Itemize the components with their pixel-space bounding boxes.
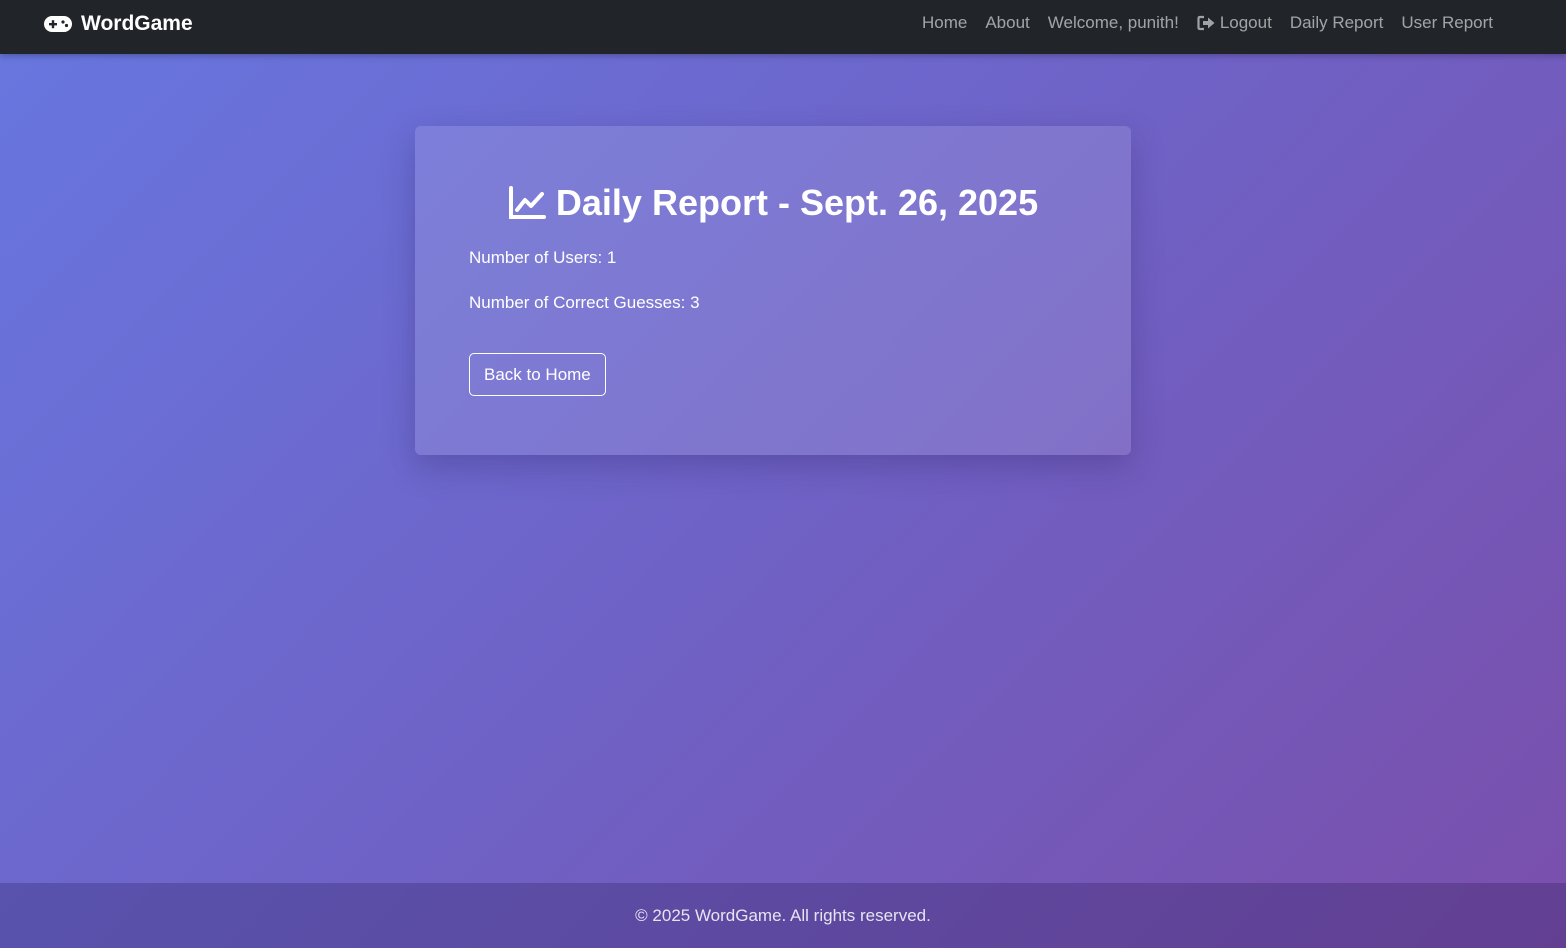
line-chart-icon	[508, 186, 546, 220]
nav-logout-label: Logout	[1219, 13, 1272, 32]
brand-link[interactable]: WordGame	[43, 10, 193, 38]
back-to-home-button[interactable]: Back to Home	[469, 353, 606, 396]
nav-daily-report-link[interactable]: Daily Report	[1290, 13, 1384, 33]
brand-name: WordGame	[81, 12, 193, 35]
footer-copyright: © 2025 WordGame. All rights reserved.	[635, 905, 931, 925]
footer: © 2025 WordGame. All rights reserved.	[0, 883, 1566, 948]
nav-about-link[interactable]: About	[985, 13, 1029, 33]
gamepad-icon	[43, 14, 73, 34]
correct-guesses-count: Number of Correct Guesses: 3	[469, 293, 700, 312]
nav-logout-link[interactable]: Logout	[1197, 13, 1272, 33]
users-count: Number of Users: 1	[469, 248, 617, 267]
navbar: WordGame Home About Welcome, punith! Log…	[0, 0, 1566, 54]
sign-out-icon	[1197, 15, 1216, 31]
report-title: Daily Report - Sept. 26, 2025	[469, 182, 1077, 224]
nav-welcome-text: Welcome, punith!	[1047, 13, 1179, 32]
report-card: Daily Report - Sept. 26, 2025 Number of …	[415, 126, 1131, 455]
nav-links: Home About Welcome, punith! Logout Daily…	[922, 0, 1493, 46]
report-title-text: Daily Report - Sept. 26, 2025	[555, 182, 1039, 223]
nav-user-report-link[interactable]: User Report	[1401, 13, 1493, 33]
nav-home-link[interactable]: Home	[922, 13, 967, 33]
